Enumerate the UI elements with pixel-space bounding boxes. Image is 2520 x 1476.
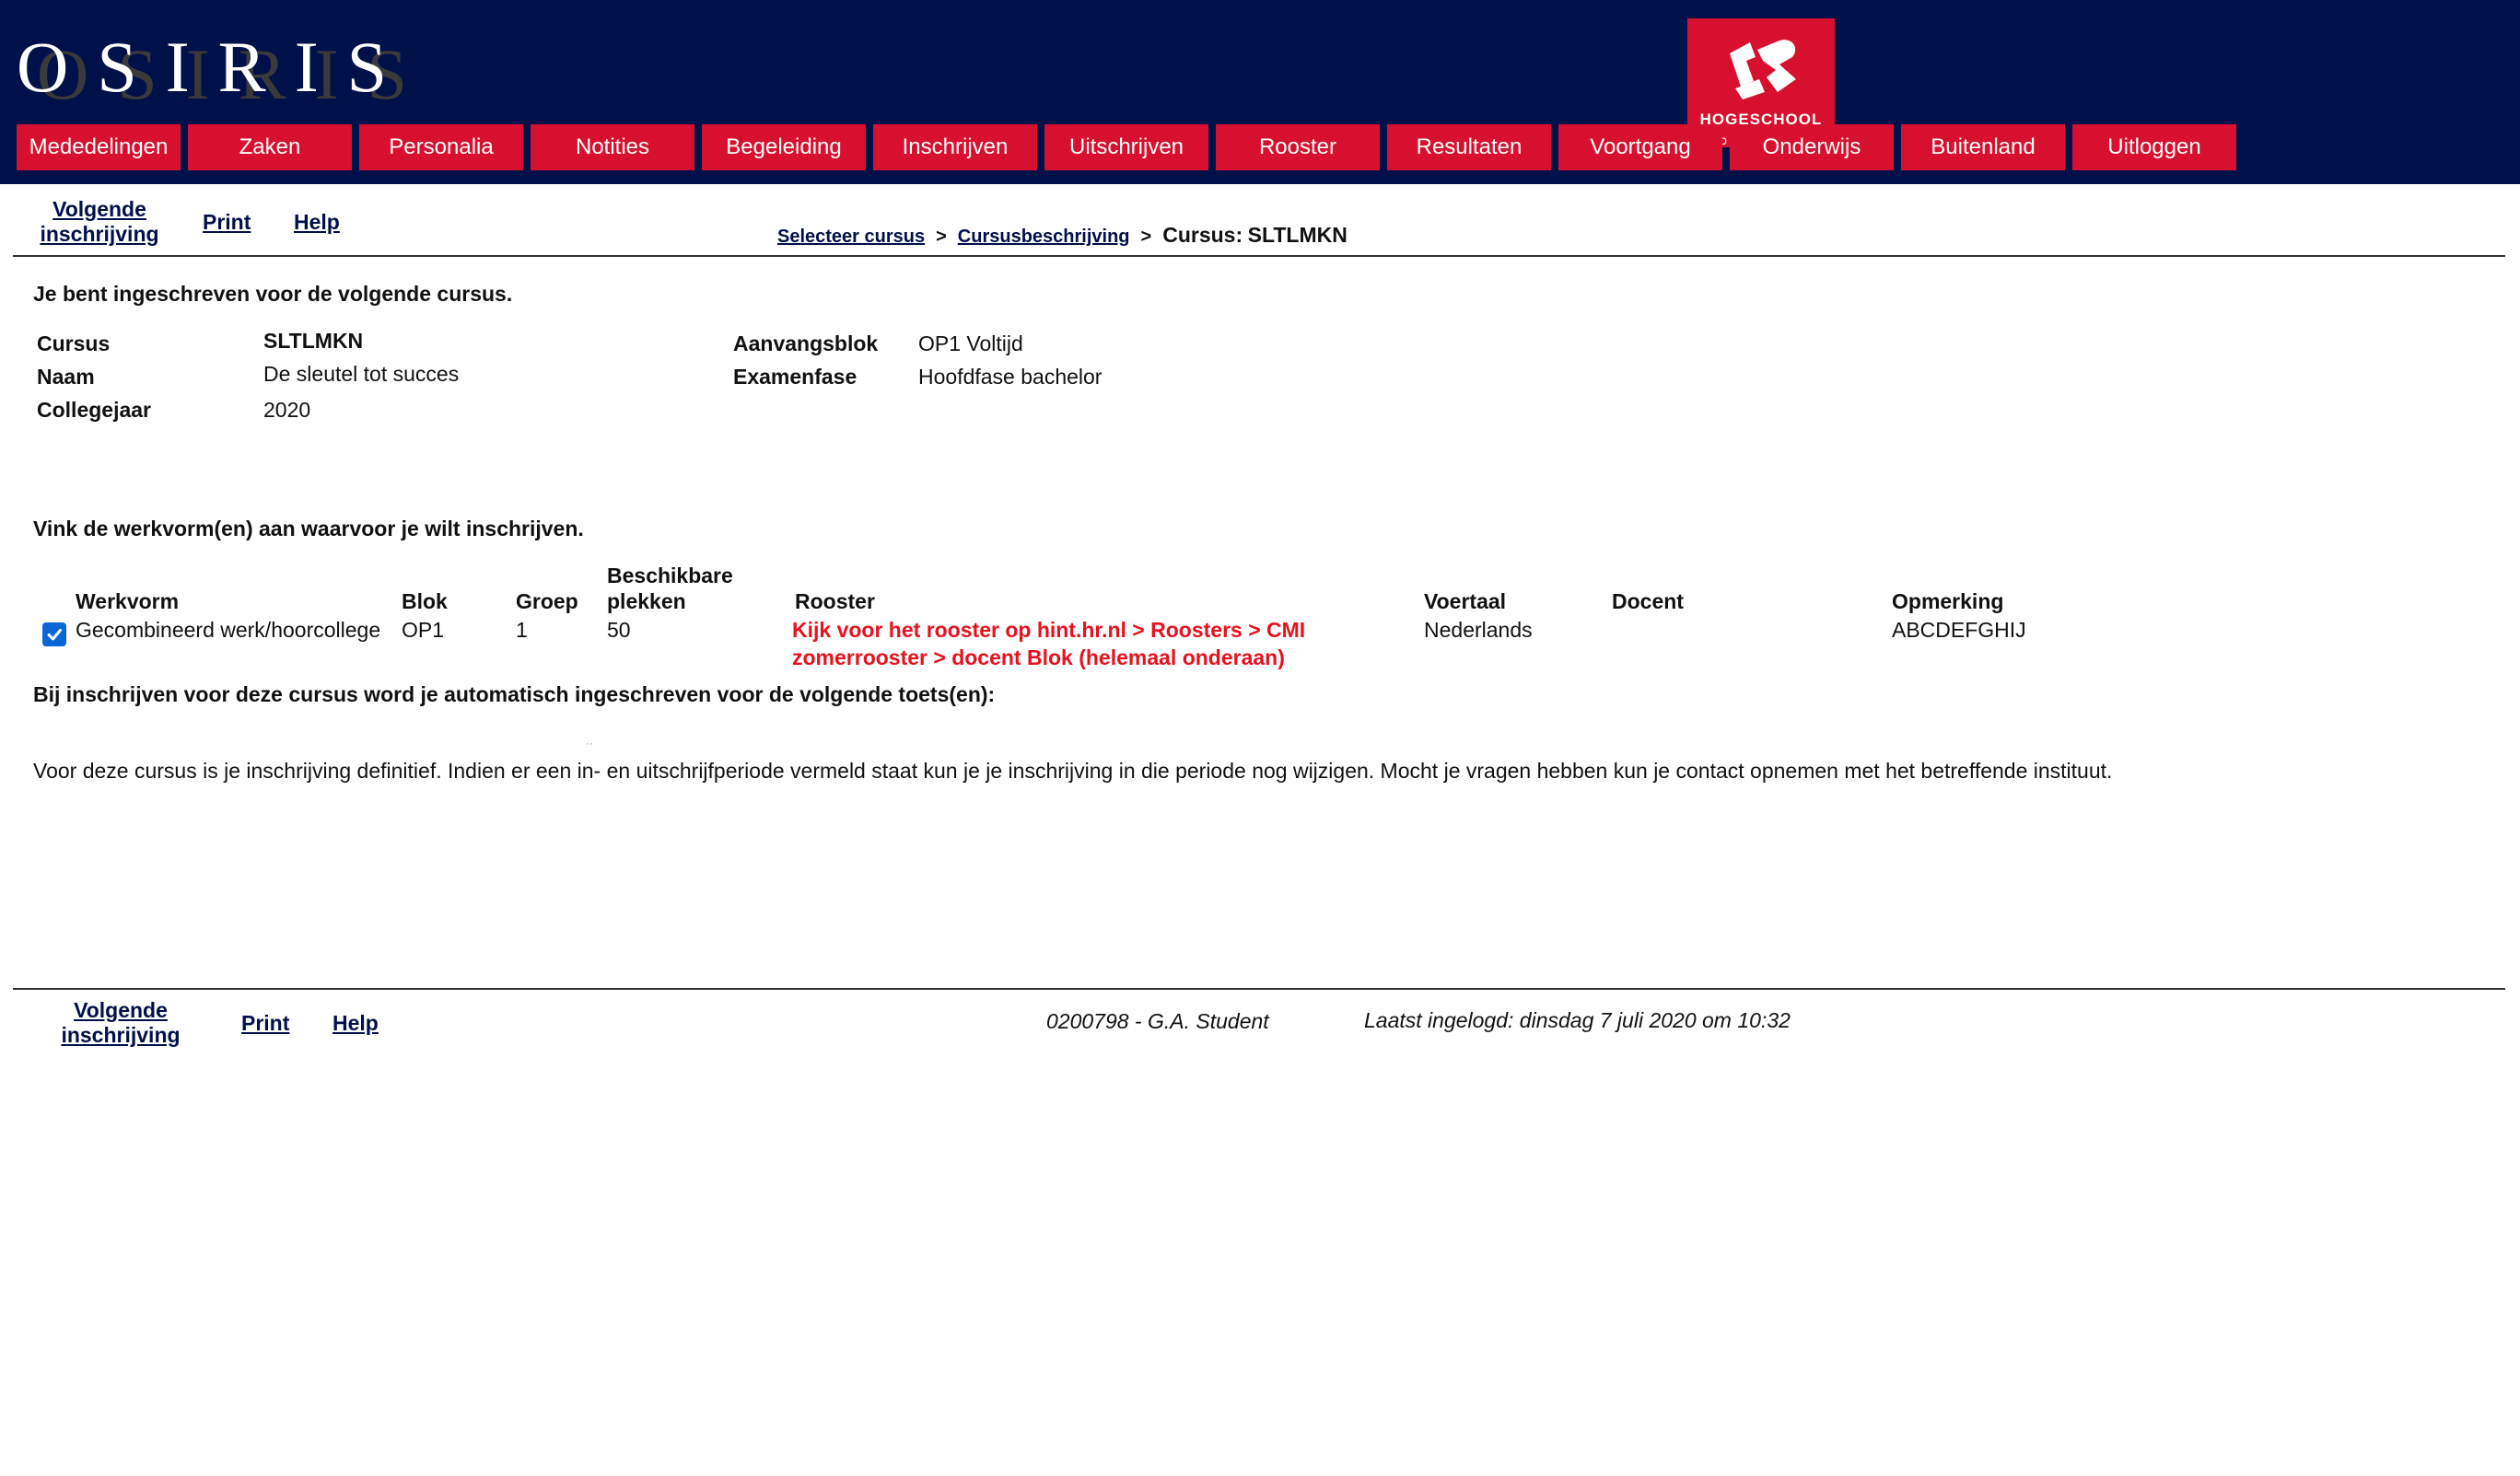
top-toolbar: Volgende inschrijving Print Help Selecte… xyxy=(0,184,2520,258)
nav-buitenland[interactable]: Buitenland xyxy=(1901,124,2065,170)
nav-mededelingen[interactable]: Mededelingen xyxy=(17,124,181,170)
col-header-werkvorm: Werkvorm xyxy=(76,589,180,613)
footer-print-link[interactable]: Print xyxy=(241,1011,289,1036)
enrolled-intro: Je bent ingeschreven voor de volgende cu… xyxy=(33,282,513,306)
value-examenfase: Hoofdfase bachelor xyxy=(918,365,1102,389)
nav-rooster[interactable]: Rooster xyxy=(1216,124,1380,170)
breadcrumb-selecteer-cursus[interactable]: Selecteer cursus xyxy=(777,227,925,247)
col-header-opmerking: Opmerking xyxy=(1892,589,2004,613)
label-collegejaar: Collegejaar xyxy=(37,398,151,422)
breadcrumb-cursusbeschrijving[interactable]: Cursusbeschrijving xyxy=(958,227,1130,247)
small-marker: ·· xyxy=(586,737,593,750)
nav-personalia[interactable]: Personalia xyxy=(359,124,523,170)
label-naam: Naam xyxy=(37,365,95,389)
breadcrumb-separator: > xyxy=(936,227,947,247)
col-header-docent: Docent xyxy=(1612,589,1684,613)
row-plekken: 50 xyxy=(607,618,631,642)
row-opmerking: ABCDEFGHIJ xyxy=(1892,618,2026,642)
top-divider xyxy=(13,255,2505,257)
print-link[interactable]: Print xyxy=(203,210,251,235)
row-blok: OP1 xyxy=(402,618,445,642)
nav-resultaten[interactable]: Resultaten xyxy=(1387,124,1551,170)
breadcrumb-current-label: Cursus: xyxy=(1162,223,1243,247)
werkvorm-instruction: Vink de werkvorm(en) aan waarvoor je wil… xyxy=(33,517,584,540)
nav-uitloggen[interactable]: Uitloggen xyxy=(2072,124,2236,170)
value-cursus: SLTLMKN xyxy=(263,329,364,353)
footer-next-registration-line1: Volgende xyxy=(74,998,168,1022)
nav-voortgang[interactable]: Voortgang xyxy=(1558,124,1722,170)
checkmark-icon xyxy=(47,629,62,641)
label-aanvangsblok: Aanvangsblok xyxy=(733,331,879,355)
toetsen-note: Bij inschrijven voor deze cursus word je… xyxy=(33,682,996,706)
row-rooster-line1: Kijk voor het rooster op hint.hr.nl > Ro… xyxy=(792,618,1306,642)
nav-notities[interactable]: Notities xyxy=(531,124,694,170)
breadcrumb-current-code: SLTLMKN xyxy=(1247,223,1348,247)
werkvorm-checkbox[interactable] xyxy=(42,622,66,646)
col-header-plekken-line1: Beschikbare xyxy=(607,564,733,587)
footer-next-registration-link[interactable]: Volgende inschrijving xyxy=(57,998,184,1048)
label-examenfase: Examenfase xyxy=(733,365,858,389)
footer-help-link[interactable]: Help xyxy=(332,1011,379,1036)
col-header-blok: Blok xyxy=(402,589,448,613)
next-registration-link[interactable]: Volgende inschrijving xyxy=(37,197,162,247)
row-voertaal: Nederlands xyxy=(1424,618,1533,642)
col-header-voertaal: Voertaal xyxy=(1424,589,1507,613)
value-collegejaar: 2020 xyxy=(263,398,311,422)
value-naam: De sleutel tot succes xyxy=(263,362,460,386)
row-werkvorm: Gecombineerd werk/hoorcollege xyxy=(76,618,381,642)
breadcrumb: Selecteer cursus > Cursusbeschrijving > Curs… xyxy=(777,223,1348,248)
col-header-groep: Groep xyxy=(516,589,578,613)
bottom-divider xyxy=(13,988,2505,990)
next-registration-line1: Volgende xyxy=(52,197,146,221)
help-link[interactable]: Help xyxy=(294,210,340,235)
label-cursus: Cursus xyxy=(37,331,111,355)
nav-onderwijs[interactable]: Onderwijs xyxy=(1730,124,1894,170)
breadcrumb-separator: > xyxy=(1140,227,1152,247)
row-rooster-line2: zomerrooster > docent Blok (helemaal ond… xyxy=(792,645,1285,669)
col-header-plekken-line2: plekken xyxy=(607,589,686,613)
nav-uitschrijven[interactable]: Uitschrijven xyxy=(1044,124,1208,170)
brand-title: OSIRIS xyxy=(17,27,416,107)
nav-zaken[interactable]: Zaken xyxy=(188,124,352,170)
definitief-note: Voor deze cursus is je inschrijving defi… xyxy=(33,759,2113,783)
next-registration-line2: inschrijving xyxy=(40,222,159,246)
col-header-rooster: Rooster xyxy=(795,589,875,613)
footer-next-registration-line2: inschrijving xyxy=(61,1023,181,1047)
nav-begeleiding[interactable]: Begeleiding xyxy=(702,124,866,170)
nav-inschrijven[interactable]: Inschrijven xyxy=(873,124,1037,170)
row-groep: 1 xyxy=(516,618,528,642)
footer-last-login: Laatst ingelogd: dinsdag 7 juli 2020 om … xyxy=(1364,1008,1791,1032)
footer-user: 0200798 - G.A. Student xyxy=(1046,1009,1269,1033)
hogeschool-emblem-icon xyxy=(1730,40,1796,99)
top-header: OSIRIS OSIRIS HOGESCHOOL ↄ Mededelingen … xyxy=(0,0,2520,184)
value-aanvangsblok: OP1 Voltijd xyxy=(918,331,1023,355)
osiris-logo: OSIRIS OSIRIS xyxy=(17,26,416,114)
